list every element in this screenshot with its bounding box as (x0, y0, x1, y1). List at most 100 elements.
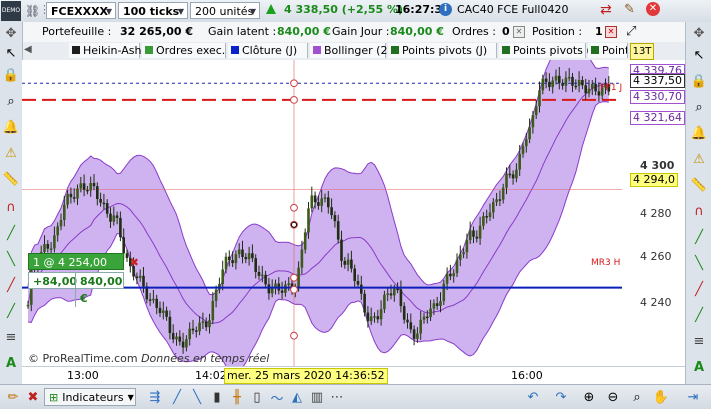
indicator-pivots-more[interactable]: Point- (588, 43, 628, 58)
pin-icon[interactable]: ✥ (690, 24, 708, 42)
alert-icon[interactable]: ⚠ (2, 144, 20, 162)
position-value: 1 (595, 25, 603, 38)
alert-icon[interactable]: ⚠ (690, 150, 708, 168)
pin-icon[interactable]: ✥ (2, 24, 20, 42)
line-tool-icon[interactable]: ╱ (690, 228, 708, 246)
close-panel-icon[interactable]: ✖ (24, 388, 42, 406)
indicator-close[interactable]: Clôture (J) (228, 43, 308, 58)
crosshair-marker (290, 96, 298, 104)
trend-tool-icon[interactable]: ╱ (690, 306, 708, 324)
scroll-left-icon[interactable]: ◀ (24, 44, 32, 55)
indicator-pivots-monthly[interactable]: Points pivots (M) (499, 43, 604, 58)
symbol-selector[interactable]: FCEXXXX ▼ (46, 2, 116, 19)
ticks-selector[interactable]: 100 ticks ▼ (118, 2, 188, 19)
area-chart-icon[interactable]: ◭ (288, 388, 306, 406)
chart-canvas[interactable] (22, 60, 685, 366)
candle-body (492, 202, 495, 213)
price-chart[interactable]: 4 300 4 280 4 260 4 240 4 339,76 4 337,5… (22, 60, 685, 366)
cursor-pointer-icon[interactable]: ↖ (690, 46, 708, 64)
pan-icon[interactable]: ✋ (652, 388, 670, 406)
bars-icon[interactable]: ╫ (228, 388, 246, 406)
candle-body (538, 90, 541, 107)
indicator-orders-exec[interactable]: Ordres exec. (142, 43, 226, 58)
channel-tool-icon[interactable]: ╱ (690, 280, 708, 298)
position-box[interactable]: 1 @ 4 254,00 ✖ +84,00 840,00 € (28, 253, 139, 307)
refresh-icon[interactable]: ⇄ (600, 2, 612, 18)
candle-body (251, 253, 254, 259)
lock-icon[interactable]: 🔒 (2, 66, 20, 84)
redo-icon[interactable]: ↷ (552, 388, 570, 406)
text-tool-icon[interactable]: A (690, 358, 708, 376)
candle-body (122, 237, 125, 254)
candle-body (303, 232, 307, 250)
indicator-heikin-ashi[interactable]: Heikin-Ashi (69, 43, 145, 58)
fibonacci-icon[interactable]: ≡ (690, 332, 708, 350)
draw-line-icon[interactable]: ╱ (168, 388, 186, 406)
search-icon[interactable]: ⌕ (628, 388, 646, 406)
candle-body (561, 83, 564, 86)
line-chart-icon[interactable]: 〜 (268, 388, 286, 407)
alarm-icon[interactable]: 🔔 (2, 118, 20, 136)
zoom-icon[interactable]: ⌕ (690, 98, 708, 116)
link-chain-icon[interactable]: ⛓ (25, 4, 40, 18)
up-arrow-icon (266, 4, 276, 14)
magnet-icon[interactable]: ∩ (690, 202, 708, 220)
fibonacci-icon[interactable]: ≡ (2, 328, 20, 346)
undo-icon[interactable]: ↶ (524, 388, 542, 406)
brush-icon[interactable]: ✎ (624, 2, 635, 17)
candle-body (468, 230, 472, 241)
info-icon[interactable]: i (439, 3, 452, 16)
pencil-icon[interactable]: ✏ (4, 388, 22, 406)
indicators-button[interactable]: ⊞ Indicateurs ▼ (44, 388, 136, 406)
position-close-icon[interactable]: ✖ (130, 254, 139, 271)
swatch-icon (72, 46, 80, 54)
candle-body (261, 274, 264, 277)
pivot-tag: PP1 J (600, 83, 623, 93)
ruler-icon[interactable]: 📏 (2, 170, 20, 188)
draw-ray-icon[interactable]: ╲ (188, 388, 206, 406)
position-label: Position : (532, 25, 583, 38)
position-main[interactable]: 1 @ 4 254,00 ✖ (28, 253, 139, 270)
candle-body (449, 273, 452, 277)
candle-body (204, 321, 208, 328)
zoom-out-icon[interactable]: ⊖ (604, 388, 622, 406)
candles-icon[interactable]: ▮ (208, 388, 226, 406)
position-gain: +84,00 840,00 € (28, 272, 124, 307)
candle-body (201, 321, 205, 323)
chevron-down-icon: ▼ (127, 392, 134, 402)
magnet-icon[interactable]: ∩ (2, 198, 20, 216)
point-figure-icon[interactable]: ⋯ (328, 388, 346, 406)
histogram-icon[interactable]: ▥ (308, 388, 326, 406)
scroll-right-icon[interactable]: ⇥ (684, 388, 702, 406)
candle-body (577, 80, 581, 86)
candle-body (554, 75, 558, 81)
candle-body (548, 81, 551, 88)
orders-clear-icon[interactable]: ✕ (513, 26, 525, 38)
zoom-icon[interactable]: ⌕ (2, 92, 20, 110)
expand-icon[interactable]: ⤢ (626, 24, 636, 39)
indicators-label: Indicateurs (62, 390, 124, 404)
alarm-icon[interactable]: 🔔 (690, 124, 708, 142)
indicator-bollinger[interactable]: Bollinger (20 2) (310, 43, 409, 58)
time-label: 16:00 (511, 369, 543, 382)
trend-tool-icon[interactable]: ╱ (2, 302, 20, 320)
line-tool-icon[interactable]: ╱ (2, 224, 20, 242)
share-icon[interactable]: ⇶ (146, 388, 164, 406)
indicator-pivots-daily[interactable]: Points pivots (J) (388, 43, 497, 58)
candle-body (369, 316, 373, 322)
top-toolbar: DEMO ⛓ ⋮ FCEXXXX ▼ 100 ticks ▼ 200 unités ▼… (0, 0, 711, 23)
zoom-in-icon[interactable]: ⊕ (580, 388, 598, 406)
candle-body (244, 256, 248, 260)
ray-tool-icon[interactable]: ╲ (690, 254, 708, 272)
ruler-icon[interactable]: 📏 (690, 176, 708, 194)
text-tool-icon[interactable]: A (2, 354, 20, 372)
close-icon[interactable]: ✕ (646, 2, 660, 16)
cursor-pointer-icon[interactable]: ↖ (2, 44, 20, 62)
units-selector[interactable]: 200 unités ▼ (190, 2, 260, 19)
lock-icon[interactable]: 🔒 (690, 72, 708, 90)
ray-tool-icon[interactable]: ╲ (2, 250, 20, 268)
heikin-icon[interactable]: ▯ (248, 388, 266, 406)
indicator-count-badge[interactable]: 13T (630, 43, 654, 60)
position-close-icon[interactable]: ✕ (605, 26, 617, 38)
channel-tool-icon[interactable]: ╱ (2, 276, 20, 294)
